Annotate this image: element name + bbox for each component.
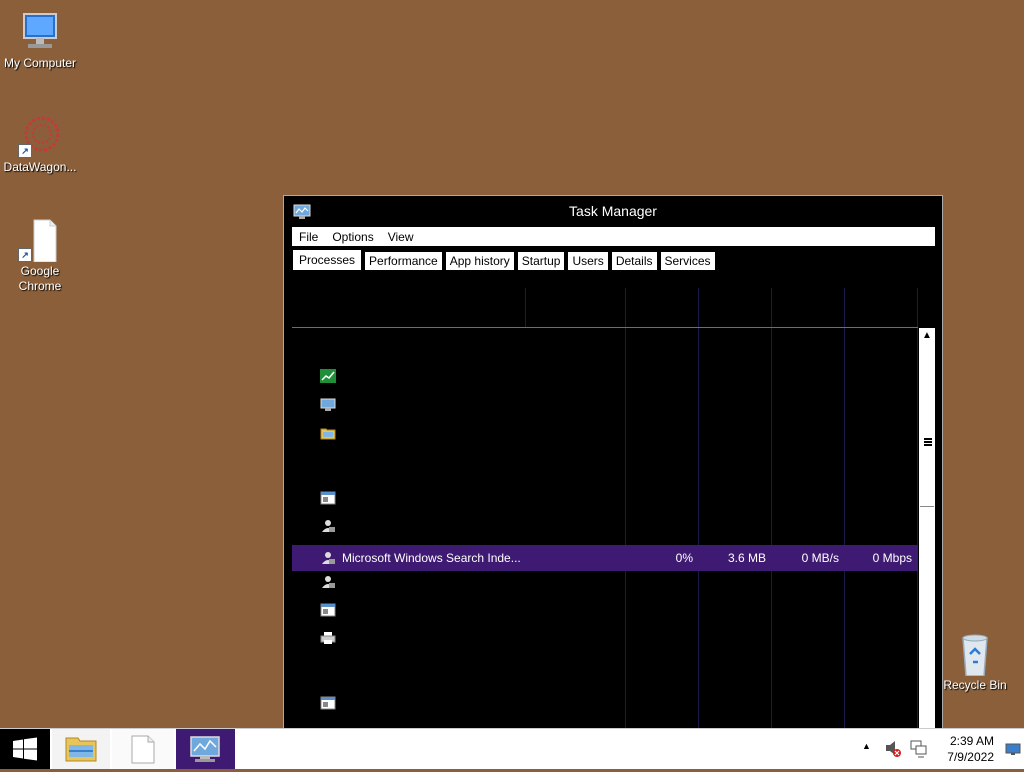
tab-app-history[interactable]: App history	[444, 251, 515, 271]
menu-file[interactable]: File	[292, 230, 325, 244]
column-separator[interactable]	[698, 288, 699, 736]
folder-icon	[65, 737, 97, 762]
start-button[interactable]	[0, 729, 50, 769]
taskbar-task-manager[interactable]	[176, 729, 235, 769]
performance-chart-icon	[320, 369, 336, 383]
disk-value: 0 MB/s	[801, 551, 839, 565]
column-separator[interactable]	[917, 288, 918, 736]
process-name: Microsoft Windows Search Inde...	[342, 551, 521, 565]
taskbar-clock[interactable]: 2:39 AM 7/9/2022	[947, 733, 994, 765]
tab-services[interactable]: Services	[659, 251, 716, 271]
show-hidden-icons-button[interactable]: ▲	[862, 729, 876, 769]
table-row-selected[interactable]: Microsoft Windows Search Inde... 0% 3.6 …	[292, 545, 918, 571]
tab-performance[interactable]: Performance	[364, 251, 443, 271]
menu-bar: File Options View	[292, 227, 935, 246]
tab-users[interactable]: Users	[567, 251, 609, 271]
column-separator[interactable]	[844, 288, 845, 736]
service-host-icon	[320, 696, 336, 710]
memory-value: 3.6 MB	[727, 551, 766, 565]
task-manager-window[interactable]: Task Manager File Options View Processes…	[283, 195, 943, 736]
datawagon-icon: ↗	[16, 114, 64, 158]
tab-details[interactable]: Details	[610, 251, 658, 271]
service-host-icon	[320, 603, 336, 617]
service-host-icon	[320, 491, 336, 505]
monitor-icon	[1005, 743, 1021, 755]
user-process-icon	[320, 551, 336, 565]
header-divider	[292, 327, 918, 328]
tab-processes[interactable]: Processes	[292, 249, 363, 271]
column-separator[interactable]	[525, 288, 526, 328]
taskbar: ▲ 2:39 AM 7/9/2022	[0, 728, 1024, 769]
menu-options[interactable]: Options	[325, 230, 380, 244]
desktop-icon-label: Google Chrome	[18, 264, 62, 293]
file-icon: ↗	[16, 218, 64, 263]
window-title: Task Manager	[569, 203, 657, 219]
desktop-icon-label: My Computer	[3, 56, 77, 70]
column-separator[interactable]	[625, 288, 626, 736]
user-process-icon	[320, 519, 336, 533]
user-process-icon	[320, 575, 336, 589]
desktop-icon-my-computer[interactable]: My Computer	[0, 10, 80, 71]
menu-view[interactable]: View	[381, 230, 421, 244]
computer-icon	[16, 10, 64, 54]
volume-muted-icon[interactable]	[884, 729, 904, 769]
shortcut-arrow-icon: ↗	[18, 144, 32, 158]
task-manager-icon	[190, 736, 220, 762]
scroll-up-icon[interactable]: ▲	[919, 328, 935, 344]
network-value: 0 Mbps	[872, 551, 912, 565]
desktop-icon-datawagon[interactable]: ↗ DataWagon...	[0, 114, 80, 175]
recycle-bin-icon	[951, 632, 999, 677]
printer-icon	[320, 631, 336, 645]
windows-logo-icon	[13, 737, 37, 761]
process-list[interactable]: Microsoft Windows Search Inde... 0% 3.6 …	[292, 278, 935, 736]
tab-strip: Processes Performance App history Startu…	[292, 249, 718, 271]
shortcut-arrow-icon: ↗	[18, 248, 32, 262]
taskbar-blank-document[interactable]	[112, 729, 174, 769]
grip-icon	[924, 438, 932, 446]
tab-startup[interactable]: Startup	[516, 251, 566, 271]
desktop-icon-google-chrome[interactable]: ↗ Google Chrome	[0, 218, 80, 294]
network-icon[interactable]	[908, 729, 930, 769]
scroll-thumb[interactable]	[920, 346, 934, 507]
document-icon	[131, 735, 155, 764]
desktop-icon-recycle-bin[interactable]: Recycle Bin	[935, 632, 1015, 693]
desktop-icon-label: Recycle Bin	[943, 678, 1007, 692]
folder-icon	[320, 426, 336, 440]
task-manager-icon	[320, 398, 336, 412]
chevron-up-icon: ▲	[862, 741, 871, 751]
vertical-scrollbar[interactable]: ▲	[919, 328, 935, 736]
column-separator[interactable]	[771, 288, 772, 736]
show-desktop-button[interactable]	[1004, 729, 1022, 769]
title-bar[interactable]: Task Manager	[284, 196, 942, 226]
clock-time: 2:39 AM	[949, 734, 994, 748]
taskbar-file-explorer[interactable]	[52, 729, 110, 769]
desktop-icon-label: DataWagon...	[3, 160, 77, 174]
clock-date: 7/9/2022	[947, 750, 994, 764]
cpu-value: 0%	[675, 551, 693, 565]
